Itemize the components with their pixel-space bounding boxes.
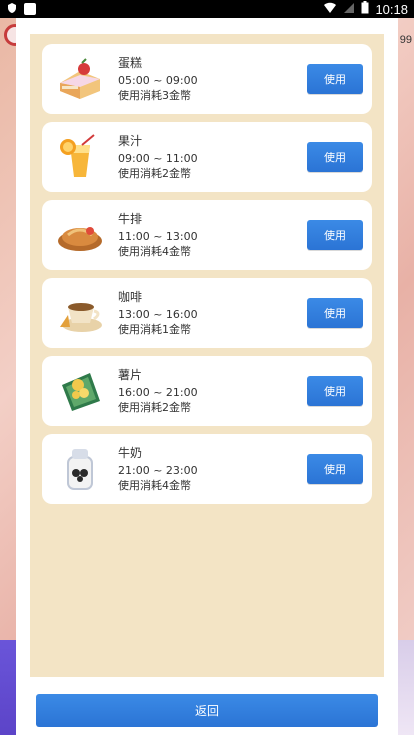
chips-icon [50, 361, 110, 421]
use-button[interactable]: 使用 [307, 376, 363, 406]
food-dialog: 蛋糕 05:00 ~ 09:00 使用消耗3金幣 使用 果汁 09:00 ~ 1… [16, 18, 398, 735]
item-time: 09:00 ~ 11:00 [118, 151, 198, 165]
item-time: 21:00 ~ 23:00 [118, 463, 198, 477]
item-name: 蛋糕 [118, 55, 143, 70]
item-name: 牛奶 [118, 445, 143, 460]
list-item: 蛋糕 05:00 ~ 09:00 使用消耗3金幣 使用 [42, 44, 372, 114]
status-bar: 10:18 [0, 0, 414, 18]
back-button[interactable]: 返回 [36, 694, 378, 727]
item-time: 11:00 ~ 13:00 [118, 229, 198, 243]
battery-icon [361, 1, 369, 17]
item-name: 果汁 [118, 133, 143, 148]
wifi-icon [323, 2, 337, 17]
background-counter: 99 [399, 34, 412, 46]
status-time: 10:18 [375, 1, 408, 17]
item-cost: 使用消耗3金幣 [118, 88, 191, 102]
list-item: 果汁 09:00 ~ 11:00 使用消耗2金幣 使用 [42, 122, 372, 192]
use-button[interactable]: 使用 [307, 64, 363, 94]
shield-icon [6, 2, 18, 17]
use-button[interactable]: 使用 [307, 298, 363, 328]
list-item: 牛奶 21:00 ~ 23:00 使用消耗4金幣 使用 [42, 434, 372, 504]
milk-icon [50, 439, 110, 499]
item-name: 咖啡 [118, 289, 143, 304]
use-button[interactable]: 使用 [307, 142, 363, 172]
juice-icon [50, 127, 110, 187]
item-cost: 使用消耗4金幣 [118, 478, 191, 492]
cake-icon [50, 49, 110, 109]
item-time: 16:00 ~ 21:00 [118, 385, 198, 399]
item-name: 牛排 [118, 211, 143, 226]
item-cost: 使用消耗1金幣 [118, 322, 191, 336]
steak-icon [50, 205, 110, 265]
item-cost: 使用消耗2金幣 [118, 166, 191, 180]
item-name: 薯片 [118, 367, 143, 382]
item-list: 蛋糕 05:00 ~ 09:00 使用消耗3金幣 使用 果汁 09:00 ~ 1… [30, 34, 384, 677]
background-stripe-right [396, 640, 414, 735]
list-item: 咖啡 13:00 ~ 16:00 使用消耗1金幣 使用 [42, 278, 372, 348]
list-item: 薯片 16:00 ~ 21:00 使用消耗2金幣 使用 [42, 356, 372, 426]
item-cost: 使用消耗2金幣 [118, 400, 191, 414]
list-item: 牛排 11:00 ~ 13:00 使用消耗4金幣 使用 [42, 200, 372, 270]
item-cost: 使用消耗4金幣 [118, 244, 191, 258]
app-icon [24, 3, 36, 15]
use-button[interactable]: 使用 [307, 454, 363, 484]
signal-icon [343, 2, 355, 17]
item-time: 05:00 ~ 09:00 [118, 73, 198, 87]
coffee-icon [50, 283, 110, 343]
use-button[interactable]: 使用 [307, 220, 363, 250]
item-time: 13:00 ~ 16:00 [118, 307, 198, 321]
